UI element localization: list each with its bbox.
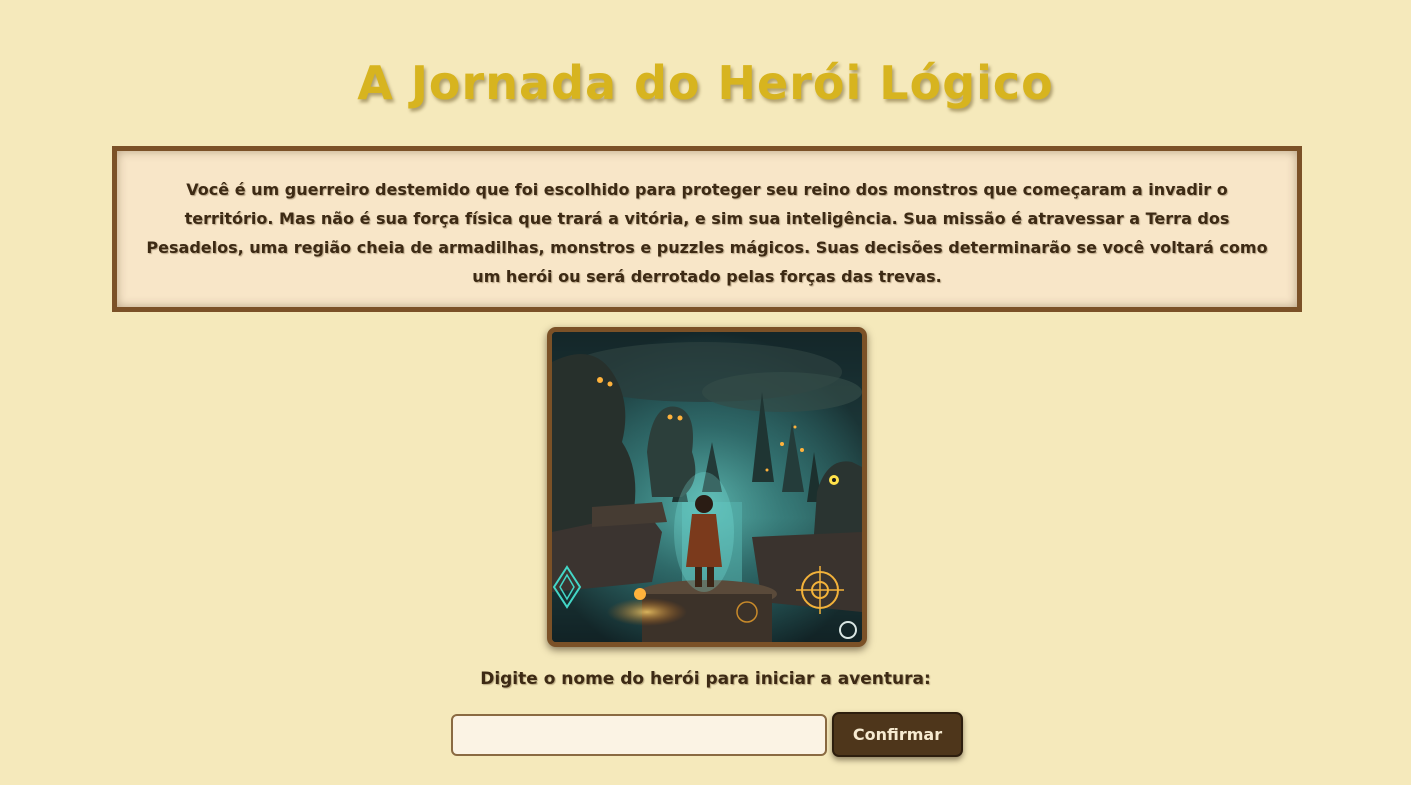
- page-title: A Jornada do Herói Lógico: [357, 56, 1054, 110]
- page: A Jornada do Herói Lógico Você é um guer…: [0, 0, 1411, 785]
- hero-name-prompt: Digite o nome do herói para iniciar a av…: [480, 669, 931, 689]
- story-box: Você é um guerreiro destemido que foi es…: [112, 146, 1302, 312]
- story-text: Você é um guerreiro destemido que foi es…: [146, 180, 1268, 286]
- hero-illustration: [547, 327, 867, 647]
- hero-name-input[interactable]: [451, 714, 827, 756]
- hero-illustration-art: [552, 332, 862, 642]
- confirm-button[interactable]: Confirmar: [832, 712, 963, 757]
